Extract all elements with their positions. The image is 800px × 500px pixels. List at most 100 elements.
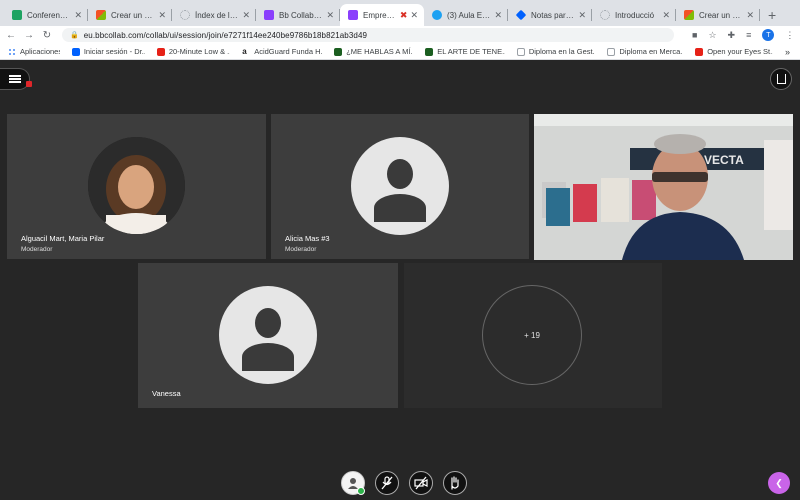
share-audio-button[interactable] [375, 471, 399, 495]
browser-tab-strip: Conference Pro ✕ Crear un gráfi ✕ Índex … [0, 0, 800, 26]
recording-icon: ✖ [399, 9, 408, 20]
browser-tab[interactable]: Introducció ✕ [592, 4, 676, 26]
apps-grid-icon [8, 47, 16, 56]
more-participants-tile[interactable]: + 19 [404, 263, 662, 408]
url-text: eu.bbcollab.com/collab/ui/session/join/e… [83, 30, 368, 40]
participant-name: Alguacil Mart, Maria Pilar [21, 234, 105, 243]
tab-title: Crear un gráfi [111, 10, 156, 20]
close-icon[interactable]: ✕ [158, 10, 166, 21]
participant-tile[interactable]: Vanessa [138, 263, 398, 408]
share-video-button[interactable] [409, 471, 433, 495]
browser-tab[interactable]: (3) Aula Empr ✕ [424, 4, 508, 26]
hand-icon [451, 476, 459, 490]
star-icon[interactable]: ☆ [708, 30, 716, 41]
address-bar[interactable]: 🔒 eu.bbcollab.com/collab/ui/session/join… [62, 28, 674, 42]
browser-tab-active[interactable]: Emprendiz ✖ ✕ [340, 4, 424, 26]
media-controls [341, 471, 467, 495]
browser-tab[interactable]: Notas para añ ✕ [508, 4, 592, 26]
participant-video-tile[interactable]: VECTA [534, 114, 793, 260]
menu-list-icon[interactable]: ≡ [746, 30, 751, 40]
microsoft-icon [684, 10, 694, 20]
close-icon[interactable]: ✕ [578, 10, 586, 21]
svg-text:VECTA: VECTA [704, 153, 744, 167]
close-icon[interactable]: ✕ [494, 10, 502, 21]
tab-title: Introducció [615, 10, 655, 20]
forward-arrow-icon[interactable]: → [22, 30, 36, 41]
bookmark-item[interactable]: Diploma en Merca... [607, 47, 683, 56]
loading-icon [180, 10, 190, 20]
bookmark-label: ¿ME HABLAS A MÍ... [346, 47, 414, 56]
page-icon [607, 47, 616, 56]
dropbox-icon [515, 9, 527, 21]
new-tab-button[interactable]: + [768, 7, 776, 23]
browser-tab[interactable]: Conference Pro ✕ [4, 4, 88, 26]
bookmark-label: EL ARTE DE TENE... [437, 47, 505, 56]
bookmark-label: Iniciar sesión - Dr... [83, 47, 145, 56]
hamburger-icon [8, 75, 21, 83]
participant-role: Moderador [285, 246, 317, 253]
bookmark-item[interactable]: 20-Minute Low & ... [156, 47, 231, 56]
green-square-icon [12, 10, 22, 20]
back-arrow-icon[interactable]: ← [4, 30, 18, 41]
bookmark-item[interactable]: EL ARTE DE TENE... [425, 47, 505, 56]
browser-tab[interactable]: Índex de la bib ✕ [172, 4, 256, 26]
participant-photo [88, 137, 185, 234]
video-feed: VECTA [534, 114, 793, 260]
close-icon[interactable]: ✕ [410, 10, 418, 21]
raise-hand-button[interactable] [443, 471, 467, 495]
bookmark-item[interactable]: Diploma en la Gest... [516, 47, 596, 56]
browser-tab[interactable]: Crear un gráfi ✕ [676, 4, 760, 26]
tab-title: Conference Pro [27, 10, 71, 20]
youtube-icon [695, 47, 704, 56]
dropbox-icon [71, 47, 80, 56]
camera-icon[interactable]: ■ [692, 30, 697, 40]
tab-title: Índex de la bib [195, 10, 239, 20]
browser-tab[interactable]: Crear un gráfi ✕ [88, 4, 172, 26]
bookmark-item[interactable]: ¿ME HABLAS A MÍ... [334, 47, 413, 56]
profile-avatar[interactable]: T [762, 29, 775, 41]
bookmark-item[interactable]: Aplicaciones [8, 47, 60, 56]
notification-badge [26, 81, 32, 87]
amazon-icon: a [242, 47, 251, 56]
kebab-menu-icon[interactable]: ⋮ [785, 30, 794, 41]
twitter-icon [432, 10, 442, 20]
close-icon[interactable]: ✕ [242, 10, 250, 21]
participant-name: Vanessa [152, 389, 181, 398]
extensions-icon[interactable]: ✚ [728, 30, 736, 41]
tab-title: Notas para añ [531, 10, 575, 20]
lock-icon: 🔒 [70, 32, 79, 39]
close-icon[interactable]: ✕ [74, 10, 82, 21]
tab-title: Crear un gráfi [699, 10, 744, 20]
close-icon[interactable]: ✕ [326, 10, 334, 21]
my-status-button[interactable] [341, 471, 365, 495]
close-icon[interactable]: ✕ [746, 10, 754, 21]
participant-tile[interactable]: Alguacil Mart, Maria Pilar Moderador [7, 114, 266, 259]
bookmarks-overflow-button[interactable]: » [785, 47, 790, 57]
bookmark-label: Open your Eyes St... [707, 47, 773, 56]
bookmark-label: 20-Minute Low & ... [168, 47, 231, 56]
bookmark-label: Diploma en la Gest... [528, 47, 596, 56]
browser-tab[interactable]: Bb Collaborat ✕ [256, 4, 340, 26]
bookmark-label: Aplicaciones [20, 47, 60, 56]
open-collaborate-panel-button[interactable]: ❮ [768, 472, 790, 494]
reload-icon[interactable]: ↻ [40, 30, 54, 41]
browser-toolbar: ← → ↻ 🔒 eu.bbcollab.com/collab/ui/sessio… [0, 26, 800, 44]
loading-icon [600, 10, 610, 20]
microsoft-icon [96, 10, 106, 20]
bookmark-label: AcidGuard Funda H... [254, 47, 323, 56]
participant-tile[interactable]: Alicia Mas #3 Moderador [271, 114, 529, 259]
page-icon [516, 47, 525, 56]
youtube-icon [156, 47, 165, 56]
bookmark-item[interactable]: Iniciar sesión - Dr... [71, 47, 145, 56]
participant-role: Moderador [21, 246, 53, 253]
close-icon[interactable]: ✕ [662, 10, 670, 21]
available-status-icon [357, 487, 365, 495]
blackboard-icon [348, 10, 358, 20]
tab-title: Emprendiz [363, 10, 398, 20]
blackboard-icon [264, 10, 274, 20]
collaborate-panel-button[interactable] [770, 68, 792, 90]
participant-name: Alicia Mas #3 [285, 234, 330, 243]
bookmark-item[interactable]: a AcidGuard Funda H... [242, 47, 322, 56]
chat-icon [776, 74, 786, 84]
bookmark-item[interactable]: Open your Eyes St... [695, 47, 773, 56]
